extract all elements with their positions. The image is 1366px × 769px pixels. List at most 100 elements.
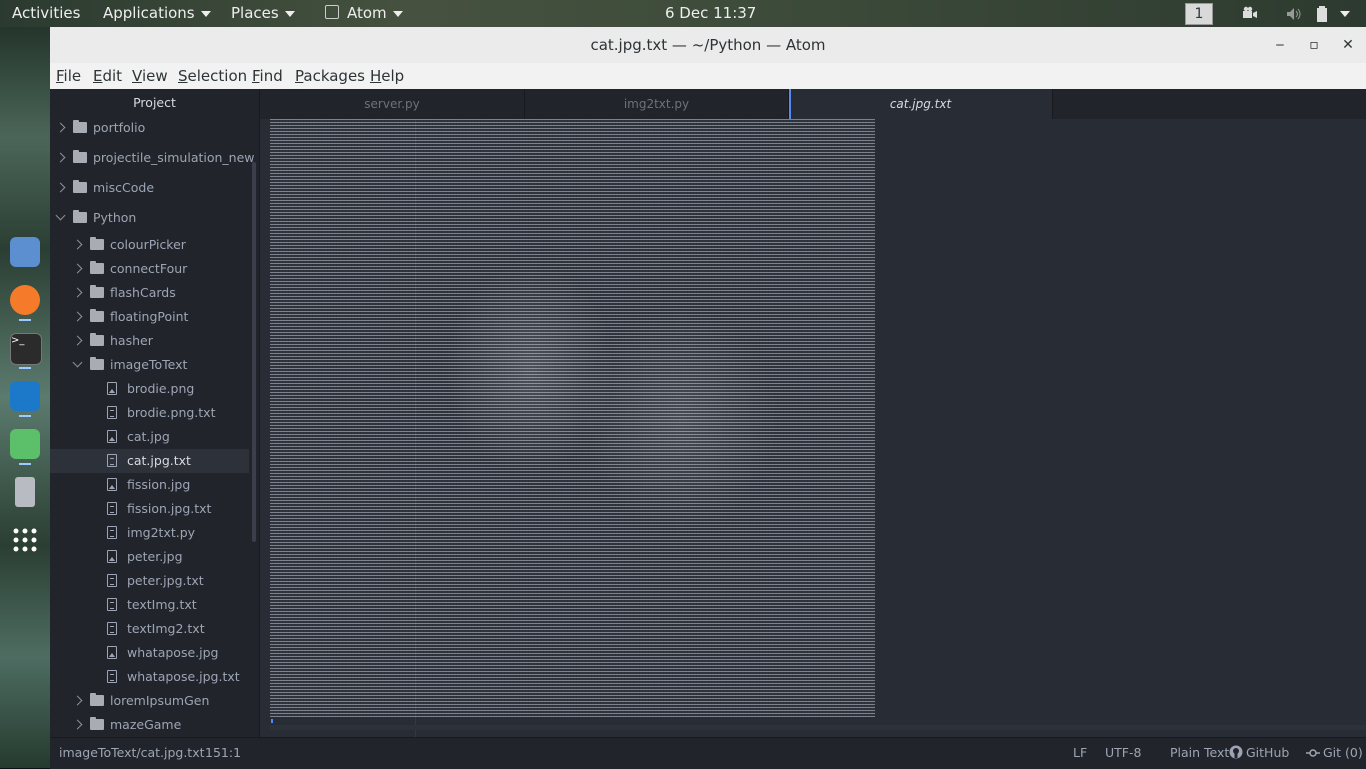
menu-label: ind — [259, 67, 283, 85]
folder-icon — [73, 150, 87, 163]
text-editor[interactable] — [260, 119, 1366, 737]
system-menu-caret-icon[interactable] — [1340, 0, 1350, 27]
text-file-icon — [107, 502, 117, 515]
tree-folder-floatingpoint[interactable]: floatingPoint — [50, 305, 249, 329]
editor-gutter — [260, 119, 270, 737]
menu-mnemonic: F — [252, 67, 260, 85]
text-file-icon — [107, 670, 117, 683]
tree-file-peter-jpg-txt[interactable]: peter.jpg.txt — [50, 569, 249, 593]
tree-folder-hasher[interactable]: hasher — [50, 329, 249, 353]
tree-header: Project — [133, 95, 176, 110]
tree-folder-mazegame[interactable]: mazeGame — [50, 713, 249, 737]
tree-file-img2txt-py[interactable]: img2txt.py — [50, 521, 249, 545]
volume-icon[interactable] — [1286, 0, 1302, 27]
tab-cat-jpg-txt[interactable]: cat.jpg.txt — [789, 89, 1053, 119]
app-menu[interactable]: Atom — [325, 0, 403, 27]
tree-label: cat.jpg — [127, 429, 170, 444]
tree-file-textimg-txt[interactable]: textImg.txt — [50, 593, 249, 617]
text-file-icon — [107, 622, 117, 635]
atom-icon[interactable] — [10, 429, 40, 459]
tab-img2txt-py[interactable]: img2txt.py — [525, 89, 789, 119]
window-titlebar[interactable]: cat.jpg.txt — ~/Python — Atom ‒ ▫ ✕ — [50, 27, 1366, 63]
workspace-indicator[interactable]: 1 — [1185, 3, 1213, 25]
tree-label: peter.jpg — [127, 549, 183, 564]
tree-folder-projectile-simulation-new[interactable]: projectile_simulation_new — [50, 146, 255, 170]
menu-label: election — [187, 67, 248, 85]
tree-label: brodie.png.txt — [127, 405, 216, 420]
menu-selection[interactable]: Selection — [178, 63, 247, 89]
tree-file-fission-jpg-txt[interactable]: fission.jpg.txt — [50, 497, 249, 521]
files-icon[interactable] — [10, 237, 40, 267]
tree-file-cat-jpg[interactable]: cat.jpg — [50, 425, 249, 449]
menu-mnemonic: H — [370, 67, 382, 85]
status-github[interactable]: GitHub — [1229, 738, 1289, 768]
writer-icon[interactable] — [10, 381, 40, 411]
tree-file-whatapose-jpg[interactable]: whatapose.jpg — [50, 641, 249, 665]
status-file-path[interactable]: imageToText/cat.jpg.txt — [59, 738, 205, 768]
wrap-guide — [415, 119, 416, 737]
tree-folder-python[interactable]: Python — [50, 206, 249, 230]
tab-server-py[interactable]: server.py — [260, 89, 525, 119]
tree-folder-flashcards[interactable]: flashCards — [50, 281, 249, 305]
menu-edit[interactable]: Edit — [93, 63, 122, 89]
trash-icon[interactable] — [15, 477, 35, 507]
tab-label: img2txt.py — [623, 97, 690, 111]
tree-file-brodie-png[interactable]: brodie.png — [50, 377, 249, 401]
tree-folder-imagetotext[interactable]: imageToText — [50, 353, 249, 377]
caret-down-icon — [284, 10, 295, 17]
tree-label: hasher — [110, 333, 153, 348]
tree-file-whatapose-jpg-txt[interactable]: whatapose.jpg.txt — [50, 665, 249, 689]
menu-find[interactable]: Find — [252, 63, 283, 89]
menu-packages[interactable]: Packages — [295, 63, 365, 89]
clock[interactable]: 6 Dec 11:37 — [665, 0, 756, 27]
running-indicator — [19, 319, 31, 321]
tree-folder-connectfour[interactable]: connectFour — [50, 257, 249, 281]
folder-icon — [73, 120, 87, 133]
chevron-right-icon — [55, 122, 66, 133]
status-cursor-position[interactable]: 151:1 — [205, 738, 241, 768]
tree-file-brodie-png-txt[interactable]: brodie.png.txt — [50, 401, 249, 425]
horizontal-scrollbar[interactable] — [270, 725, 1366, 730]
show-applications-icon[interactable] — [10, 525, 40, 555]
menu-mnemonic: F — [56, 67, 64, 85]
tree-file-textimg2-txt[interactable]: textImg2.txt — [50, 617, 249, 641]
text-file-icon — [107, 406, 117, 419]
activities-button[interactable]: Activities — [12, 0, 80, 27]
terminal-icon[interactable]: >_ — [10, 333, 42, 365]
video-camera-icon[interactable] — [1242, 0, 1258, 27]
status-bar: imageToText/cat.jpg.txt 151:1 LF UTF-8 P… — [50, 737, 1366, 769]
maximize-button[interactable]: ▫ — [1299, 27, 1329, 63]
tree-folder-portfolio[interactable]: portfolio — [50, 116, 249, 140]
dash-to-dock: >_ — [0, 27, 50, 768]
text-file-icon — [107, 526, 117, 539]
github-label: GitHub — [1246, 745, 1290, 760]
caret-down-icon — [392, 10, 403, 17]
github-icon — [1229, 745, 1243, 759]
tree-folder-loremipsumgen[interactable]: loremIpsumGen — [50, 689, 249, 713]
minimize-button[interactable]: ‒ — [1265, 27, 1295, 63]
applications-menu[interactable]: Applications — [103, 0, 211, 27]
status-git[interactable]: Git (0) — [1306, 738, 1363, 768]
menu-mnemonic: S — [178, 67, 188, 85]
tree-file-cat-jpg-txt[interactable]: cat.jpg.txt — [50, 449, 249, 473]
close-button[interactable]: ✕ — [1333, 27, 1363, 63]
ascii-art-text[interactable] — [270, 119, 875, 717]
tab-label: server.py — [364, 97, 420, 111]
tree-folder-colourpicker[interactable]: colourPicker — [50, 233, 249, 257]
menu-view[interactable]: View — [132, 63, 168, 89]
menu-help[interactable]: Help — [370, 63, 404, 89]
firefox-icon[interactable] — [10, 285, 40, 315]
tab-bar: server.py img2txt.py cat.jpg.txt — [260, 89, 1366, 119]
status-encoding[interactable]: UTF-8 — [1105, 738, 1141, 768]
tree-label: fission.jpg — [127, 477, 191, 492]
menu-label: dit — [102, 67, 123, 85]
tree-scrollbar[interactable] — [252, 162, 256, 542]
places-menu[interactable]: Places — [231, 0, 295, 27]
tree-folder-misccode[interactable]: miscCode — [50, 176, 249, 200]
battery-icon[interactable] — [1316, 0, 1328, 27]
tree-file-peter-jpg[interactable]: peter.jpg — [50, 545, 249, 569]
status-grammar[interactable]: Plain Text — [1170, 738, 1229, 768]
menu-file[interactable]: File — [56, 63, 81, 89]
status-line-ending[interactable]: LF — [1073, 738, 1087, 768]
tree-file-fission-jpg[interactable]: fission.jpg — [50, 473, 249, 497]
